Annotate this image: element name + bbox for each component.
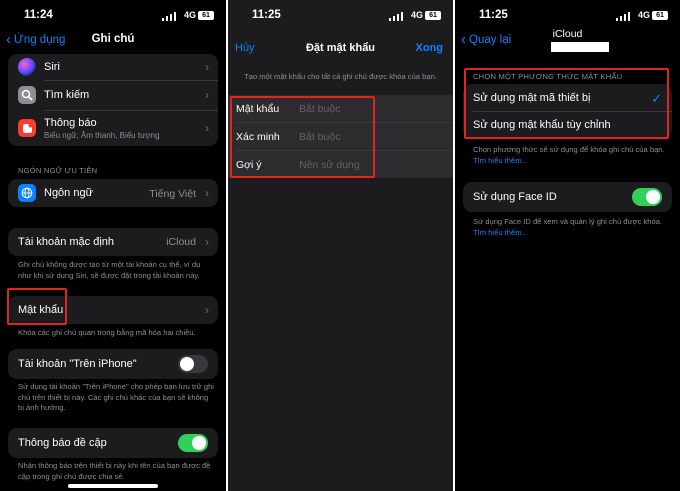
default-account-note: Ghi chú không được tạo từ một tài khoản … xyxy=(18,260,201,280)
face-id-note: Sử dụng Face ID để xem và quản lý ghi ch… xyxy=(473,217,663,237)
on-iphone-note: Sử dụng tài khoản "Trên iPhone" cho phép… xyxy=(18,382,214,412)
settings-group-top: Siri › Tìm kiếm › Thông báo Biểu ngữ, Âm… xyxy=(8,54,218,146)
globe-icon xyxy=(18,184,36,202)
network-label: 4G xyxy=(410,10,423,20)
language-group: Ngôn ngữ Tiếng Việt › xyxy=(8,179,218,207)
nav-bar: ‹ Ứng dụng Ghi chú xyxy=(0,30,226,52)
network-label: 4G xyxy=(637,10,650,20)
status-bar: 11:24 4G 61 xyxy=(0,8,226,24)
chevron-right-icon: › xyxy=(205,303,209,317)
notifications-label: Thông báo xyxy=(44,116,97,129)
default-account-value: iCloud xyxy=(166,236,196,248)
signal-icon xyxy=(161,12,176,21)
sheet-description: Tạo một mật khẩu cho tất cả ghi chú được… xyxy=(244,72,437,81)
status-bar: 11:25 4G 61 xyxy=(228,8,453,24)
home-indicator xyxy=(68,484,158,488)
language-row[interactable]: Ngôn ngữ Tiếng Việt › xyxy=(8,179,218,207)
default-account-row[interactable]: Tài khoản mặc định iCloud › xyxy=(8,228,218,256)
set-password-screen: 11:25 4G 61 Hủy Đặt mật khẩu Xong Tạo mộ… xyxy=(228,0,453,491)
default-account-label: Tài khoản mặc định xyxy=(18,236,114,248)
chevron-right-icon: › xyxy=(205,235,209,249)
chevron-right-icon: › xyxy=(205,121,209,135)
mentions-note: Nhận thông báo trên thiết bị này khi tên… xyxy=(18,461,211,481)
search-row[interactable]: Tìm kiếm › xyxy=(8,80,218,110)
chevron-right-icon: › xyxy=(205,88,209,102)
mentions-label: Thông báo đề cập xyxy=(18,437,107,449)
mentions-toggle[interactable] xyxy=(178,434,208,452)
password-method-screen: 11:25 4G 61 ‹ Quay lại iCloud CHỌN MỘT PH… xyxy=(455,0,680,491)
password-note: Khóa các ghi chú quan trọng bằng mã hóa … xyxy=(18,328,196,337)
done-button[interactable]: Xong xyxy=(416,42,444,54)
language-value: Tiếng Việt xyxy=(149,188,196,200)
language-section-header: NGÔN NGỮ ƯU TIÊN xyxy=(18,166,98,175)
mentions-row: Thông báo đề cập xyxy=(8,428,218,458)
battery-icon: 61 xyxy=(198,11,214,20)
learn-more-link[interactable]: Tìm hiểu thêm... xyxy=(473,156,528,165)
face-id-toggle[interactable] xyxy=(632,188,662,206)
status-time: 11:25 xyxy=(479,9,508,21)
on-iphone-group: Tài khoản "Trên iPhone" xyxy=(8,349,218,379)
highlight-options-box xyxy=(464,68,669,139)
highlight-form-box xyxy=(230,96,375,178)
chevron-right-icon: › xyxy=(205,186,209,200)
method-note: Chọn phương thức sẽ sử dụng để khóa ghi … xyxy=(473,145,665,165)
signal-icon xyxy=(615,12,630,21)
status-bar: 11:25 4G 61 xyxy=(455,8,680,24)
on-iphone-row: Tài khoản "Trên iPhone" xyxy=(8,349,218,379)
face-id-group: Sử dụng Face ID xyxy=(463,182,672,212)
battery-icon: 61 xyxy=(425,11,441,20)
chevron-right-icon: › xyxy=(205,60,209,74)
mentions-group: Thông báo đề cập xyxy=(8,428,218,458)
language-label: Ngôn ngữ xyxy=(44,187,93,199)
notes-settings-screen: 11:24 4G 61 ‹ Ứng dụng Ghi chú Siri › Tìm… xyxy=(0,0,226,491)
status-time: 11:25 xyxy=(252,9,281,21)
page-title: iCloud xyxy=(552,28,583,40)
default-account-group: Tài khoản mặc định iCloud › xyxy=(8,228,218,256)
siri-icon xyxy=(18,58,36,76)
redacted-bar xyxy=(551,42,609,52)
highlight-password-box xyxy=(7,288,67,325)
notification-icon xyxy=(18,119,36,137)
signal-icon xyxy=(388,12,403,21)
face-id-learn-more-link[interactable]: Tìm hiểu thêm... xyxy=(473,228,528,237)
page-title: Ghi chú xyxy=(91,33,135,45)
network-label: 4G xyxy=(183,10,196,20)
status-time: 11:24 xyxy=(24,9,53,21)
search-label: Tìm kiếm xyxy=(44,89,90,101)
face-id-label: Sử dụng Face ID xyxy=(473,191,557,203)
notifications-row[interactable]: Thông báo Biểu ngữ, Âm thanh, Biểu tượng… xyxy=(8,110,218,146)
siri-row[interactable]: Siri › xyxy=(8,54,218,80)
notifications-sublabel: Biểu ngữ, Âm thanh, Biểu tượng xyxy=(44,130,160,140)
on-iphone-label: Tài khoản "Trên iPhone" xyxy=(18,358,137,370)
search-icon xyxy=(18,86,36,104)
on-iphone-toggle[interactable] xyxy=(178,355,208,373)
face-id-row: Sử dụng Face ID xyxy=(463,182,672,212)
battery-icon: 61 xyxy=(652,11,668,20)
siri-label: Siri xyxy=(44,61,60,73)
